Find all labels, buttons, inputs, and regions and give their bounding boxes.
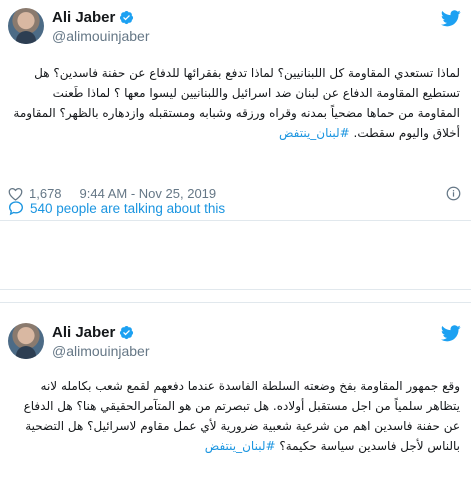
twitter-bird-icon[interactable] (441, 325, 461, 342)
feed-gap (0, 290, 471, 302)
author-name-text[interactable]: Ali Jaber (52, 9, 115, 26)
divider (0, 220, 471, 221)
author-handle[interactable]: @alimouinjaber (52, 343, 149, 359)
tweet-text: لماذا تستعدي المقاومة كل اللبنانيين؟ لما… (8, 63, 460, 143)
verified-badge-icon (120, 10, 134, 25)
avatar[interactable] (8, 8, 44, 44)
hashtag-link[interactable]: #لبنان_ينتفض (279, 126, 350, 140)
tweet-card-2: Ali Jaber @alimouinjaber وقع جمهور المقا… (0, 302, 471, 477)
info-icon[interactable] (446, 186, 461, 201)
author-name-text[interactable]: Ali Jaber (52, 324, 115, 341)
tweet-body: لماذا تستعدي المقاومة كل اللبنانيين؟ لما… (13, 66, 460, 140)
speech-bubble-icon (8, 201, 24, 216)
verified-badge-icon (120, 325, 134, 340)
hashtag-link[interactable]: #لبنان_ينتفض (205, 439, 276, 453)
tweet-meta: 1,678 9:44 AM - Nov 25, 2019 (8, 186, 216, 201)
author-handle[interactable]: @alimouinjaber (52, 28, 149, 44)
avatar[interactable] (8, 323, 44, 359)
author-name[interactable]: Ali Jaber (52, 324, 134, 341)
like-count[interactable]: 1,678 (29, 186, 62, 201)
tweet-text: وقع جمهور المقاومة بفخ وضعته السلطة الفا… (8, 376, 460, 456)
author-name[interactable]: Ali Jaber (52, 9, 134, 26)
twitter-bird-icon[interactable] (441, 10, 461, 27)
conversation-link[interactable]: 540 people are talking about this (8, 200, 225, 216)
tweet-timestamp[interactable]: 9:44 AM - Nov 25, 2019 (80, 186, 217, 201)
heart-icon[interactable] (8, 187, 23, 201)
tweet-card-1: Ali Jaber @alimouinjaber لماذا تستعدي ال… (0, 0, 471, 290)
conversation-text[interactable]: 540 people are talking about this (30, 201, 225, 216)
